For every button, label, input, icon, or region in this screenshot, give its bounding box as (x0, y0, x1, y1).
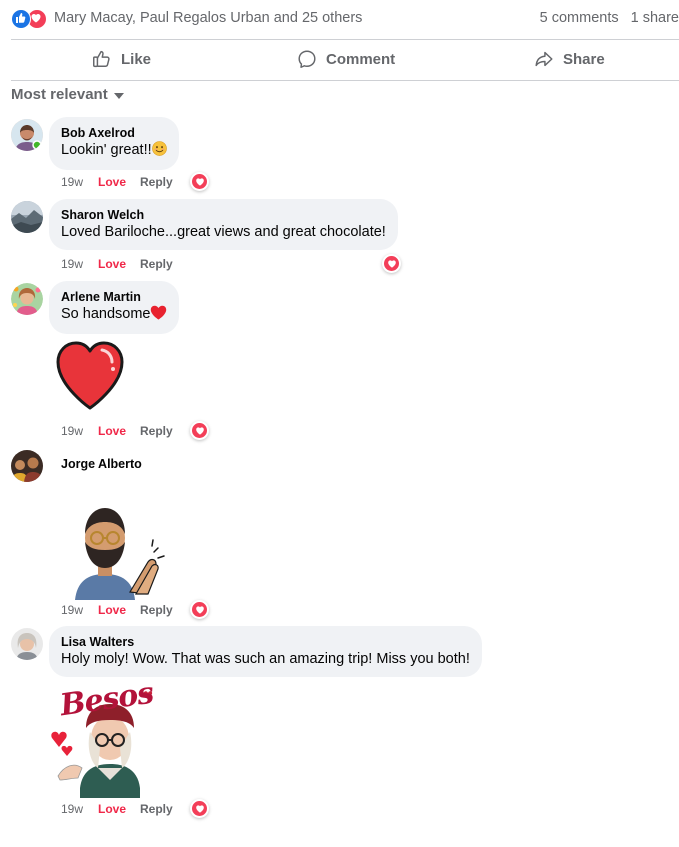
comment-actions: 19w Love Reply (61, 603, 173, 617)
comment-bubble: Sharon Welch Loved Bariloche...great vie… (49, 199, 398, 250)
love-reaction-link[interactable]: Love (98, 257, 140, 271)
comment-timestamp[interactable]: 19w (61, 603, 98, 617)
comment-text: So handsome (61, 305, 167, 326)
commenter-name[interactable]: Arlene Martin (61, 289, 167, 305)
avatar[interactable] (11, 201, 43, 233)
avatar[interactable] (11, 450, 43, 482)
comment-bubble: Bob Axelrod Lookin' great!! (49, 117, 179, 170)
share-label: Share (563, 50, 605, 68)
reply-link[interactable]: Reply (140, 257, 173, 271)
comment-label: Comment (326, 50, 396, 68)
besos-avatar-sticker[interactable]: Besos (50, 676, 168, 803)
caret-down-icon (113, 92, 124, 99)
love-reaction-link[interactable]: Love (98, 175, 140, 189)
comment-text: Holy moly! Wow. That was such an amazing… (61, 651, 470, 667)
avatar[interactable] (11, 119, 43, 151)
commenter-name[interactable]: Jorge Alberto (61, 457, 142, 471)
comment-timestamp[interactable]: 19w (61, 175, 98, 189)
love-reaction-link[interactable]: Love (98, 424, 140, 438)
heart-icon (195, 177, 204, 186)
commenter-name[interactable]: Lisa Walters (61, 634, 470, 650)
comment-bubble: Lisa Walters Holy moly! Wow. That was su… (49, 626, 482, 677)
divider-top (11, 39, 679, 40)
reply-link[interactable]: Reply (140, 175, 173, 189)
divider-bottom (11, 80, 679, 81)
like-label: Like (121, 50, 152, 68)
reactions-summary[interactable]: Mary Macay, Paul Regalos Urban and 25 ot… (11, 7, 679, 31)
thumbs-up-icon (93, 50, 110, 68)
like-reaction-icon (11, 9, 31, 29)
red-heart-icon (150, 305, 167, 326)
comment-timestamp[interactable]: 19w (61, 257, 98, 271)
comment-text: Lookin' great!! (61, 141, 167, 162)
reply-link[interactable]: Reply (140, 603, 173, 617)
love-reaction-badge[interactable] (382, 254, 401, 273)
comment-bubble: Arlene Martin So handsome (49, 281, 180, 334)
love-reaction-link[interactable]: Love (98, 603, 140, 617)
avatar[interactable] (11, 628, 43, 660)
comment-actions: 19w Love Reply (61, 424, 173, 438)
comment-actions: 19w Love Reply (61, 175, 173, 189)
heart-icon (195, 605, 204, 614)
comment-sort-dropdown[interactable]: Most relevant (11, 86, 124, 103)
commenter-name[interactable]: Bob Axelrod (61, 125, 167, 141)
heart-icon (195, 804, 204, 813)
comment-timestamp[interactable]: 19w (61, 424, 98, 438)
love-reaction-badge[interactable] (190, 799, 209, 818)
reaction-counts: 5 comments 1 share (528, 10, 679, 26)
comment-text: Loved Bariloche...great views and great … (61, 224, 386, 240)
reply-link[interactable]: Reply (140, 424, 173, 438)
love-reaction-badge[interactable] (190, 600, 209, 619)
comment-timestamp[interactable]: 19w (61, 802, 98, 816)
reply-link[interactable]: Reply (140, 802, 173, 816)
heart-icon (387, 259, 396, 268)
comment-actions: 19w Love Reply (61, 257, 173, 271)
love-reaction-link[interactable]: Love (98, 802, 140, 816)
comment-button[interactable]: Comment (296, 44, 395, 74)
clapping-avatar-sticker[interactable] (70, 500, 165, 605)
reaction-icons (11, 9, 51, 29)
smiling-face-icon (151, 141, 167, 162)
share-arrow-icon (535, 51, 553, 67)
commenter-name[interactable]: Sharon Welch (61, 207, 386, 223)
comment-text-content: Lookin' great!! (61, 142, 152, 158)
love-reaction-badge[interactable] (190, 172, 209, 191)
comment-bubble-icon (298, 50, 316, 68)
shares-count[interactable]: 1 share (631, 10, 679, 26)
comment-actions: 19w Love Reply (61, 802, 173, 816)
share-button[interactable]: Share (533, 44, 605, 74)
avatar[interactable] (11, 283, 43, 315)
comment-text-content: So handsome (61, 306, 151, 322)
love-reaction-badge[interactable] (190, 421, 209, 440)
comments-count[interactable]: 5 comments (540, 10, 619, 26)
sort-label: Most relevant (11, 86, 108, 103)
heart-sticker[interactable] (55, 340, 125, 417)
reactors-names[interactable]: Mary Macay, Paul Regalos Urban and 25 ot… (54, 10, 362, 26)
heart-icon (195, 426, 204, 435)
like-button[interactable]: Like (91, 44, 151, 74)
